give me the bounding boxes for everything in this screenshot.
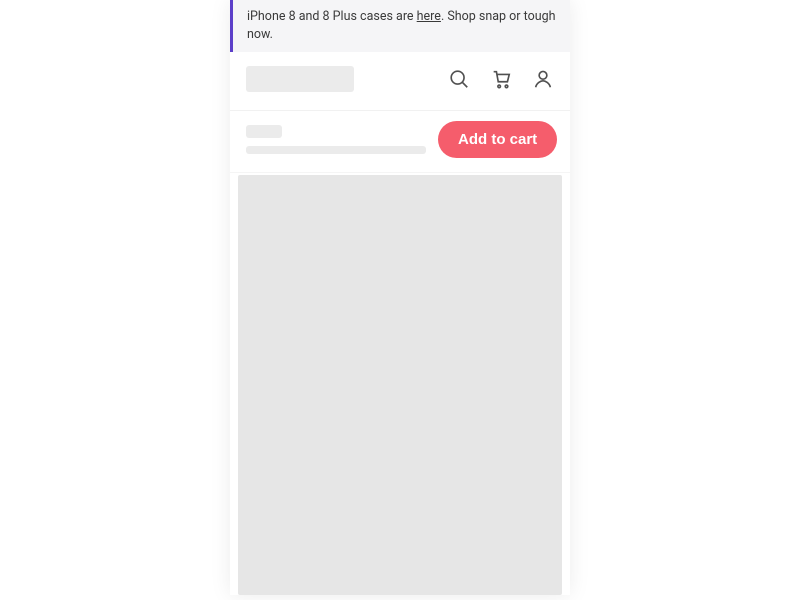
announcement-prefix: iPhone 8 and 8 Plus cases are <box>247 9 417 24</box>
logo-placeholder <box>246 66 354 92</box>
title-placeholder <box>246 146 426 154</box>
product-meta <box>246 125 426 154</box>
product-content <box>230 173 570 595</box>
mobile-viewport: iPhone 8 and 8 Plus cases are here. Shop… <box>230 0 570 595</box>
price-placeholder <box>246 125 282 138</box>
account-icon[interactable] <box>532 68 554 90</box>
product-summary-bar: Add to cart <box>230 111 570 173</box>
announcement-link[interactable]: here <box>417 9 441 24</box>
header-actions <box>448 68 554 90</box>
add-to-cart-button[interactable]: Add to cart <box>438 121 557 158</box>
announcement-bar: iPhone 8 and 8 Plus cases are here. Shop… <box>230 0 570 52</box>
site-header <box>230 52 570 111</box>
cart-icon[interactable] <box>490 68 512 90</box>
product-image-placeholder <box>238 175 562 595</box>
search-icon[interactable] <box>448 68 470 90</box>
